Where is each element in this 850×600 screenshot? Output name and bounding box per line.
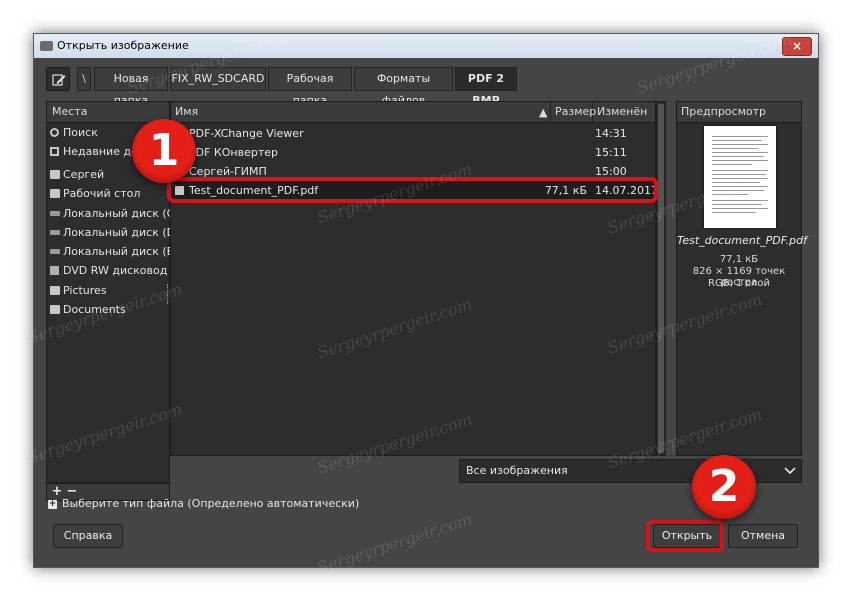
step-badge-2: 2 [692,455,756,519]
place-label: Поиск [63,126,98,139]
place-desktop[interactable]: Рабочий стол [47,184,171,203]
column-modified[interactable]: Изменён [593,102,655,122]
crumb-file-formats[interactable]: Форматы файлов [354,67,453,107]
preview-mode: RGB, 1 слой [708,278,770,289]
open-button-highlight [646,520,724,552]
step-badge-1: 1 [132,119,196,183]
column-size[interactable]: Размер [551,102,596,122]
chevron-down-icon [784,460,796,490]
file-name: PDF КОнвертер [189,146,278,159]
file-row[interactable]: PDF КОнвертер 15:11 [171,143,655,162]
place-label: Сергей [63,168,105,181]
help-button[interactable]: Справка [53,524,123,548]
document-thumbnail [704,126,776,228]
folder-icon [50,189,60,198]
window-title: Открыть изображение [57,39,189,52]
column-name[interactable]: Имя [171,102,551,122]
watermark: Sergeyrpergeir.com [315,509,475,578]
file-type-label: Выберите тип файла (Определено автоматич… [62,497,360,510]
pencil-icon [52,74,66,86]
file-row[interactable]: PDF-XChange Viewer 14:31 [171,124,655,143]
file-filter-value: Все изображения [466,464,568,477]
folder-icon [50,305,60,314]
cancel-button[interactable]: Отмена [728,524,798,548]
place-label: Documents [63,303,126,316]
edit-path-button[interactable] [46,67,70,91]
path-root-separator[interactable]: \ [77,67,91,91]
search-icon [50,128,59,137]
place-label: Локальный диск (C:) [63,207,171,220]
sort-ascending-icon: ▲ [539,106,548,119]
file-list-scrollbar[interactable] [656,101,666,456]
expander-icon: + [48,498,57,509]
crumb-new-folder[interactable]: Новая папка [94,67,168,107]
file-list: Имя ▲ Размер Изменён PDF-XChange Viewer … [170,101,658,456]
place-documents[interactable]: Documents [47,300,171,319]
file-name: PDF-XChange Viewer [189,127,304,140]
disk-icon [50,230,60,235]
file-modified: 15:11 [595,146,627,159]
disk-icon [50,211,60,216]
crumb-pdf-2-bmp[interactable]: PDF 2 BMP [455,67,517,107]
place-disk-c[interactable]: Локальный диск (C:) [47,204,171,223]
place-disk-e[interactable]: Локальный диск (E:) [47,242,171,261]
close-button[interactable]: × [782,37,812,56]
preview-filename: Test_document_PDF.pdf [677,234,808,247]
preview-size: 77,1 кБ [719,254,759,265]
file-type-expander[interactable]: + Выберите тип файла (Определено автомати… [48,496,359,512]
dvd-drive-icon [50,266,59,275]
preview-header: Предпросмотр [677,102,801,123]
recent-icon [50,147,59,156]
place-pictures[interactable]: Pictures [47,281,171,300]
crumb-work-folder[interactable]: Рабочая папка [268,67,352,107]
file-modified: 14:31 [595,127,627,140]
crumb-fix-rw-sdcard[interactable]: FIX_RW_SDCARD [170,67,266,91]
place-dvd[interactable]: DVD RW дисковод ... [47,261,171,280]
place-label: Pictures [63,284,107,297]
place-label: Рабочий стол [63,187,141,200]
scrollbar-thumb[interactable] [658,104,664,453]
folder-icon [50,170,60,179]
title-bar: Открыть изображение × [34,34,818,58]
selected-file-highlight [167,177,658,203]
preview-panel: Предпросмотр Test_document_PDF.pdf 77,1 … [676,101,808,456]
folder-icon [50,286,60,295]
place-label: Локальный диск (E:) [63,245,171,258]
disk-icon [50,249,60,254]
place-label: Локальный диск (D:) [63,226,171,239]
place-disk-d[interactable]: Локальный диск (D:) [47,223,171,242]
file-list-header: Имя ▲ Размер Изменён [171,102,655,123]
place-label: DVD RW дисковод ... [63,264,171,277]
places-header[interactable]: Места [47,102,169,123]
app-icon [40,41,53,51]
